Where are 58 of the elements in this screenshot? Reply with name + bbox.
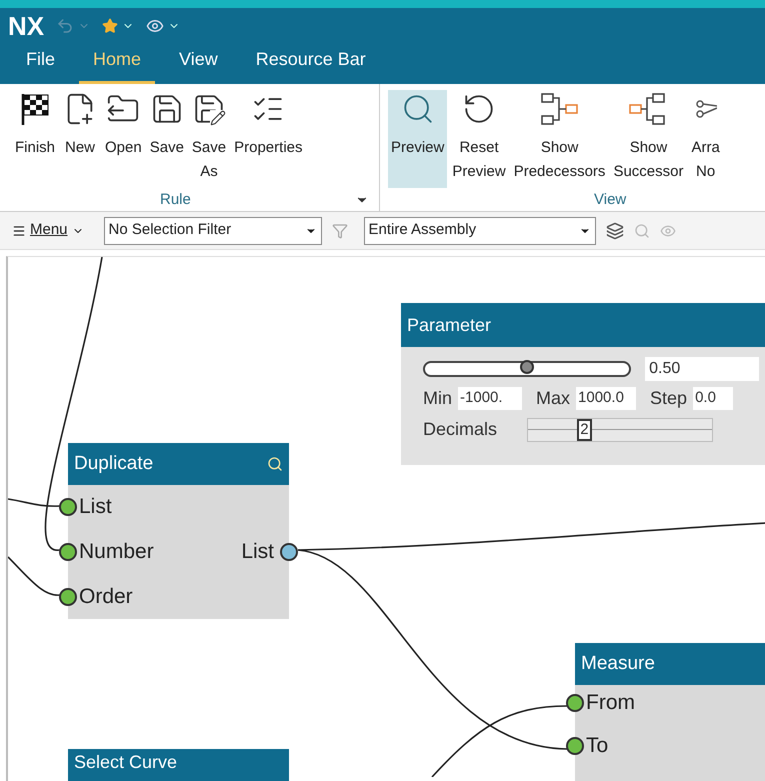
value-field[interactable]: 0.50	[645, 357, 759, 381]
ribbon-button[interactable]: Arra No	[688, 90, 723, 188]
app-logo: NX	[8, 13, 44, 39]
step-field[interactable]: 0.0	[693, 387, 734, 410]
selection-filter-dropdown[interactable]: No Selection Filter	[104, 216, 322, 244]
node-title: Measure	[581, 652, 655, 676]
node-title: Select Curve	[74, 751, 178, 773]
port-icon[interactable]	[59, 498, 77, 516]
menu-tab[interactable]: File	[12, 46, 70, 84]
view-icon[interactable]	[146, 17, 164, 35]
ribbon-button[interactable]: Open	[102, 90, 145, 188]
measure-node[interactable]: Measure From To	[575, 643, 765, 781]
predecessors-icon	[540, 92, 580, 126]
node-title: Duplicate	[74, 452, 154, 476]
menu-icon	[12, 224, 26, 238]
ribbon-button[interactable]: Finish	[12, 90, 58, 188]
menu-button[interactable]: Menu	[12, 219, 84, 242]
ribbon-button[interactable]: Properties	[231, 90, 306, 188]
port-label: Number	[79, 542, 154, 562]
port-label: List	[79, 497, 112, 517]
slider-thumb[interactable]	[520, 360, 534, 374]
port-icon[interactable]	[59, 588, 77, 606]
ribbon-button[interactable]: Show Predecessors	[510, 90, 608, 188]
ribbon-button[interactable]: Show Successor	[610, 90, 686, 188]
node-title: Parameter	[407, 314, 492, 336]
port-icon[interactable]	[566, 737, 584, 755]
ribbon-button[interactable]: New	[60, 90, 100, 188]
scope-dropdown[interactable]: Entire Assembly	[364, 216, 596, 244]
menu-tab[interactable]: View	[165, 46, 232, 84]
port-icon[interactable]	[59, 543, 77, 561]
duplicate-node[interactable]: Duplicate List Number Order List	[68, 443, 289, 619]
port-icon[interactable]	[566, 694, 584, 712]
port-label: Order	[79, 587, 133, 607]
menu-tab[interactable]: Home	[79, 46, 156, 84]
ribbon-button[interactable]: Reset Preview	[449, 90, 509, 188]
ribbon-button[interactable]: Save	[146, 90, 187, 188]
group-label: View	[594, 190, 626, 210]
min-label: Min	[423, 387, 452, 410]
min-field[interactable]: -1000.	[458, 387, 522, 410]
port-label: To	[586, 736, 608, 756]
search-icon[interactable]	[267, 456, 283, 472]
port-label: From	[586, 693, 635, 713]
menu-tab[interactable]: Resource Bar	[242, 46, 380, 84]
ribbon-button[interactable]: Preview	[388, 90, 448, 188]
group-label: Rule	[160, 190, 191, 210]
star-icon[interactable]	[102, 18, 118, 34]
value-slider[interactable]	[423, 361, 632, 377]
select-curve-node[interactable]: Select Curve	[68, 749, 289, 781]
ribbon-button[interactable]: Save As	[188, 90, 230, 188]
decimals-label: Decimals	[423, 418, 498, 441]
port-icon[interactable]	[280, 543, 298, 561]
layers-icon[interactable]	[606, 222, 624, 240]
slider-thumb[interactable]: 2	[577, 418, 592, 440]
port-label: List	[241, 542, 274, 562]
max-label: Max	[536, 387, 570, 410]
max-field[interactable]: 1000.0	[576, 387, 636, 410]
step-label: Step	[650, 387, 688, 410]
decimals-slider[interactable]: 2	[527, 418, 714, 442]
